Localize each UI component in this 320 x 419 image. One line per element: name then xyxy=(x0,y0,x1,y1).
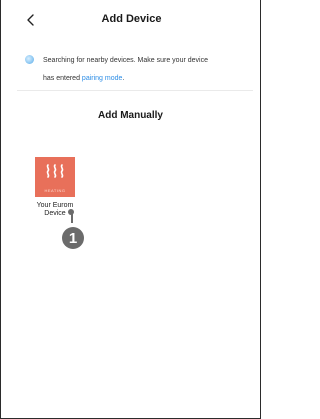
search-status-suffix: . xyxy=(122,75,125,82)
search-status-prefix: has entered xyxy=(43,75,82,82)
device-icon-caption: HEATING xyxy=(44,188,66,193)
loading-spinner-icon xyxy=(25,55,34,64)
device-name-line1: Your Eurom xyxy=(36,202,74,209)
phone-screen: Add Device Searching for nearby devices.… xyxy=(0,0,261,419)
device-name: Your Eurom Device xyxy=(28,202,82,218)
search-status-text-2: has entered pairing mode. xyxy=(43,69,124,88)
pairing-mode-link[interactable]: pairing mode xyxy=(82,75,122,82)
page-title: Add Device xyxy=(101,13,162,25)
header: Add Device xyxy=(1,0,262,40)
heat-waves-icon xyxy=(46,164,64,178)
callout-badge: 1 xyxy=(62,227,84,249)
callout-pointer-line xyxy=(71,213,73,223)
search-status-text: Searching for nearby devices. Make sure … xyxy=(43,57,208,64)
divider xyxy=(17,90,253,91)
heating-icon: HEATING xyxy=(35,157,75,197)
add-manually-title: Add Manually xyxy=(97,110,163,121)
